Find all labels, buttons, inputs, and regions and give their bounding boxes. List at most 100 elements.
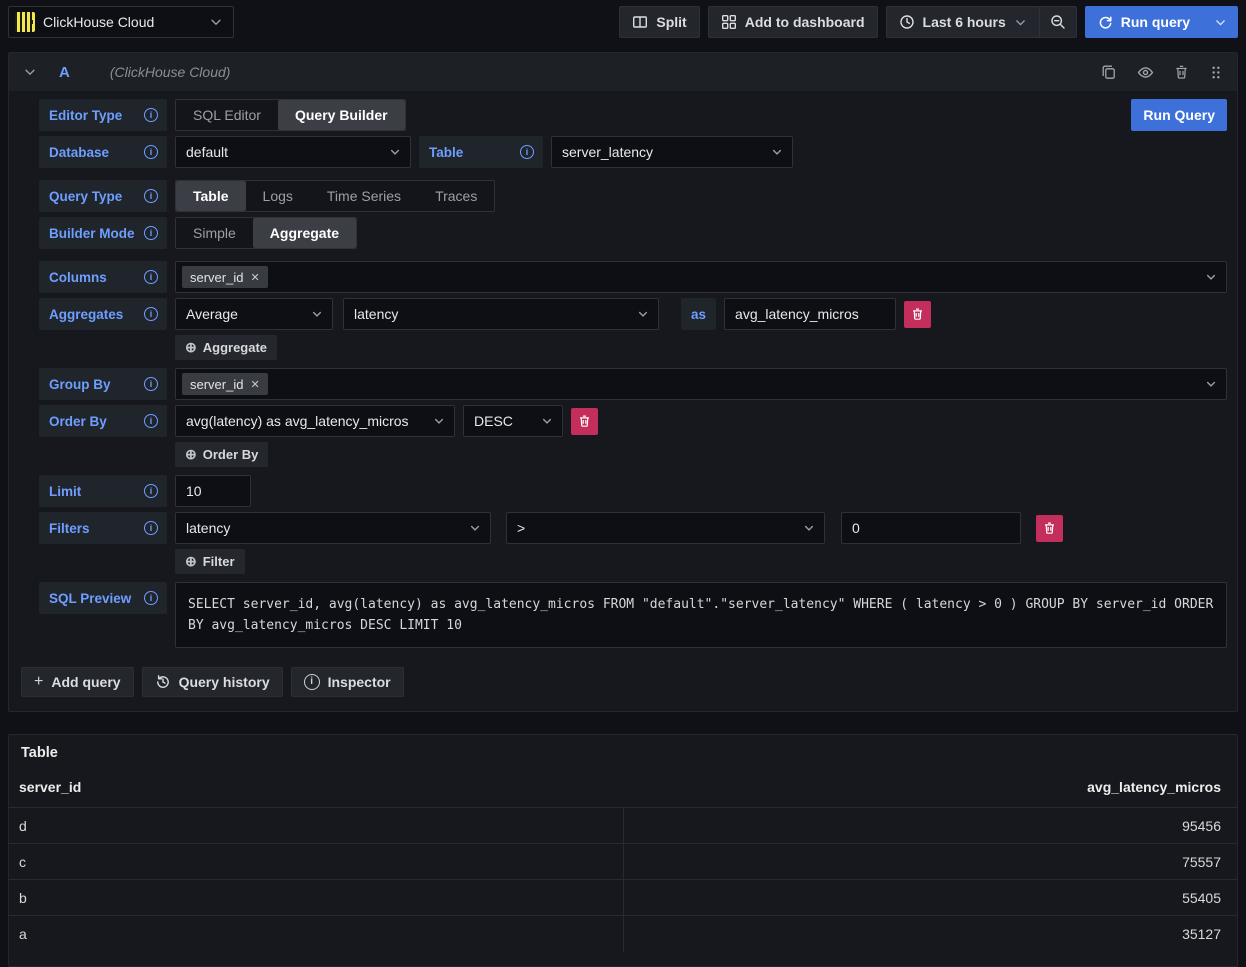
zoom-out-time-button[interactable] bbox=[1040, 6, 1077, 38]
plus-circle-icon: ⊕ bbox=[185, 553, 197, 570]
remove-chip-icon[interactable]: ✕ bbox=[250, 271, 259, 284]
order-by-column-select[interactable]: avg(latency) as avg_latency_micros bbox=[175, 405, 455, 437]
cell-avg-latency: 35127 bbox=[623, 916, 1237, 952]
info-icon[interactable] bbox=[144, 145, 158, 159]
chevron-down-icon bbox=[311, 308, 323, 320]
info-icon[interactable] bbox=[144, 189, 158, 203]
run-query-button[interactable]: Run query bbox=[1085, 6, 1203, 38]
clickhouse-logo-icon bbox=[15, 12, 35, 32]
info-icon[interactable] bbox=[144, 307, 158, 321]
split-button[interactable]: Split bbox=[619, 6, 699, 38]
refresh-icon bbox=[1098, 15, 1113, 30]
editor-type-query-builder[interactable]: Query Builder bbox=[278, 100, 405, 130]
table-row: a 35127 bbox=[9, 916, 1237, 952]
query-type-table[interactable]: Table bbox=[176, 181, 246, 211]
trash-icon bbox=[911, 307, 924, 321]
info-icon[interactable] bbox=[144, 270, 158, 284]
run-query-panel-button[interactable]: Run Query bbox=[1131, 99, 1227, 131]
remove-aggregate-button[interactable] bbox=[904, 301, 931, 328]
filter-column-select[interactable]: latency bbox=[175, 512, 491, 544]
toggle-visibility-eye-icon[interactable] bbox=[1137, 64, 1154, 81]
filter-value-input[interactable] bbox=[841, 512, 1021, 544]
time-range-picker[interactable]: Last 6 hours bbox=[886, 6, 1040, 38]
columns-multiselect[interactable]: server_id ✕ bbox=[175, 261, 1227, 293]
remove-chip-icon[interactable]: ✕ bbox=[250, 378, 259, 391]
results-panel: Table server_id avg_latency_micros d 954… bbox=[8, 734, 1238, 967]
collapse-chevron-icon[interactable] bbox=[23, 65, 37, 79]
info-icon[interactable] bbox=[144, 484, 158, 498]
column-header-server-id[interactable]: server_id bbox=[9, 773, 623, 808]
plus-circle-icon: ⊕ bbox=[185, 446, 197, 463]
time-range-label: Last 6 hours bbox=[923, 14, 1006, 30]
add-order-by-button[interactable]: ⊕ Order By bbox=[175, 442, 268, 467]
sql-preview-text[interactable]: SELECT server_id, avg(latency) as avg_la… bbox=[175, 582, 1227, 648]
split-label: Split bbox=[656, 14, 686, 30]
info-icon[interactable] bbox=[144, 226, 158, 240]
filter-operator-select[interactable]: > bbox=[506, 512, 825, 544]
drag-handle-icon[interactable] bbox=[1209, 65, 1223, 80]
query-type-label: Query Type bbox=[39, 180, 167, 212]
filters-label: Filters bbox=[39, 512, 167, 544]
inspector-button[interactable]: Inspector bbox=[291, 667, 404, 697]
add-to-dashboard-label: Add to dashboard bbox=[745, 14, 865, 30]
editor-type-toggle: SQL Editor Query Builder bbox=[175, 99, 406, 131]
query-row-header[interactable]: A (ClickHouse Cloud) bbox=[9, 53, 1237, 91]
sql-preview-label: SQL Preview bbox=[39, 582, 167, 614]
query-history-button[interactable]: Query history bbox=[142, 667, 283, 697]
limit-label: Limit bbox=[39, 475, 167, 507]
query-datasource-hint: (ClickHouse Cloud) bbox=[110, 64, 231, 80]
duplicate-query-icon[interactable] bbox=[1101, 64, 1117, 80]
delete-query-trash-icon[interactable] bbox=[1174, 64, 1189, 80]
add-query-button[interactable]: + Add query bbox=[21, 667, 134, 697]
editor-type-sql-editor[interactable]: SQL Editor bbox=[176, 100, 278, 130]
query-type-logs[interactable]: Logs bbox=[246, 181, 310, 211]
datasource-picker[interactable]: ClickHouse Cloud bbox=[8, 6, 234, 38]
database-label: Database bbox=[39, 136, 167, 168]
order-by-direction-select[interactable]: DESC bbox=[463, 405, 563, 437]
cell-avg-latency: 95456 bbox=[623, 808, 1237, 844]
aggregate-function-select[interactable]: Average bbox=[175, 298, 333, 330]
remove-filter-button[interactable] bbox=[1036, 515, 1063, 542]
add-to-dashboard-button[interactable]: Add to dashboard bbox=[708, 6, 878, 38]
group-by-label: Group By bbox=[39, 368, 167, 400]
chevron-down-icon bbox=[1014, 16, 1027, 29]
datasource-name: ClickHouse Cloud bbox=[43, 14, 209, 30]
info-icon[interactable] bbox=[144, 414, 158, 428]
add-aggregate-button[interactable]: ⊕ Aggregate bbox=[175, 335, 277, 360]
add-filter-button[interactable]: ⊕ Filter bbox=[175, 549, 245, 574]
query-type-time-series[interactable]: Time Series bbox=[310, 181, 418, 211]
info-icon[interactable] bbox=[520, 145, 534, 159]
chevron-down-icon bbox=[433, 415, 445, 427]
plus-icon: + bbox=[34, 673, 43, 691]
info-icon bbox=[304, 674, 320, 690]
database-select[interactable]: default bbox=[175, 136, 411, 168]
history-icon bbox=[155, 674, 171, 690]
alias-as-label: as bbox=[681, 298, 716, 330]
builder-mode-simple[interactable]: Simple bbox=[176, 218, 253, 248]
info-icon[interactable] bbox=[144, 108, 158, 122]
info-icon[interactable] bbox=[144, 591, 158, 605]
limit-input[interactable] bbox=[175, 475, 251, 507]
zoom-out-icon bbox=[1050, 14, 1066, 30]
run-query-label: Run query bbox=[1121, 14, 1190, 30]
columns-label: Columns bbox=[39, 261, 167, 293]
table-select[interactable]: server_latency bbox=[551, 136, 793, 168]
run-query-dropdown-toggle[interactable] bbox=[1203, 6, 1238, 38]
info-icon[interactable] bbox=[144, 377, 158, 391]
aggregate-column-select[interactable]: latency bbox=[343, 298, 659, 330]
chevron-down-icon bbox=[541, 415, 553, 427]
aggregate-alias-input[interactable] bbox=[724, 298, 896, 330]
chevron-down-icon bbox=[209, 15, 223, 29]
group-by-multiselect[interactable]: server_id ✕ bbox=[175, 368, 1227, 400]
remove-order-by-button[interactable] bbox=[571, 408, 598, 435]
info-icon[interactable] bbox=[144, 521, 158, 535]
query-type-traces[interactable]: Traces bbox=[418, 181, 494, 211]
editor-type-label: Editor Type bbox=[39, 99, 167, 131]
builder-mode-aggregate[interactable]: Aggregate bbox=[253, 218, 356, 248]
builder-mode-toggle: Simple Aggregate bbox=[175, 217, 357, 249]
toolbar: ClickHouse Cloud Split Add to dashboard … bbox=[0, 0, 1246, 44]
trash-icon bbox=[578, 414, 591, 428]
column-header-avg-latency[interactable]: avg_latency_micros bbox=[623, 773, 1237, 808]
cell-server-id: d bbox=[9, 808, 623, 844]
cell-avg-latency: 55405 bbox=[623, 880, 1237, 916]
